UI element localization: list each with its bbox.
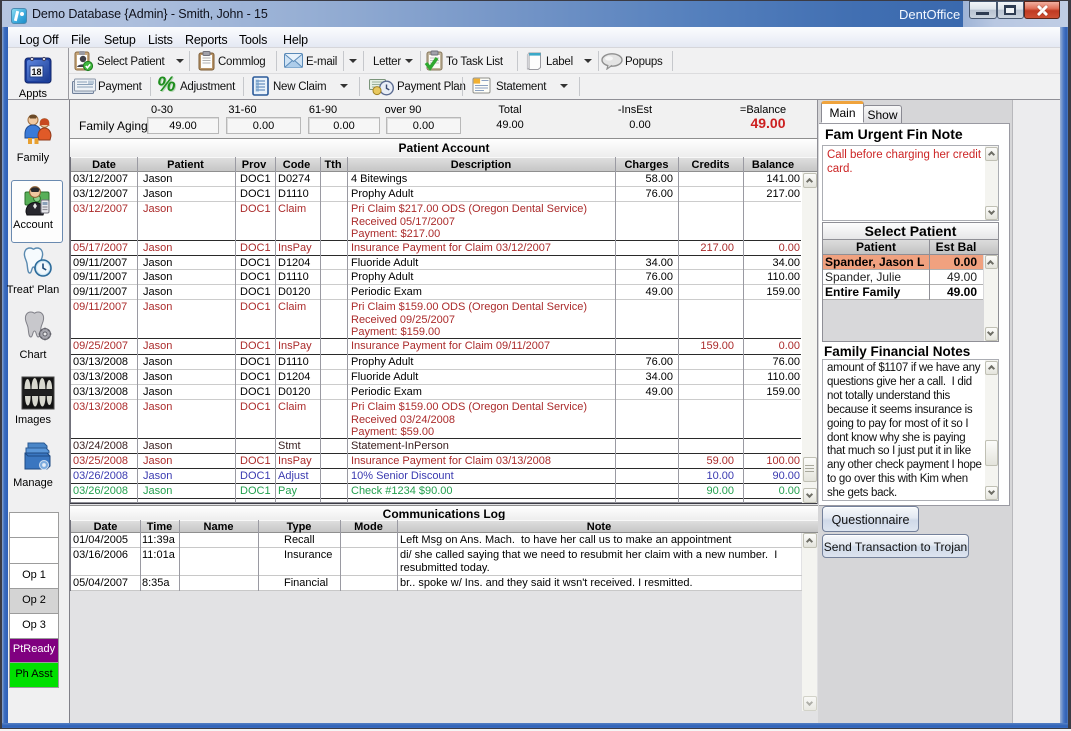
svg-text:18: 18 (31, 67, 41, 77)
